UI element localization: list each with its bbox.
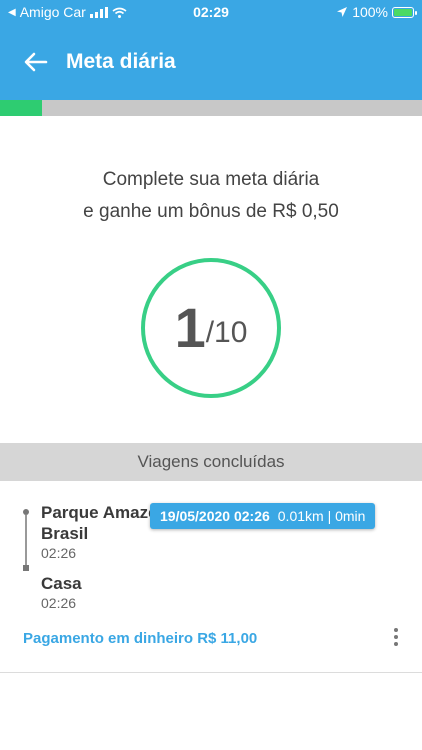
payment-info: Pagamento em dinheiro R$ 11,00 [23,630,258,647]
header: ◀ Amigo Car 02:29 100% Meta diária [0,0,422,100]
completed-trips-header: Viagens concluídas [0,443,422,481]
goal-description-line2: e ganhe um bônus de R$ 0,50 [83,201,339,222]
trip-datetime: 19/05/2020 02:26 [160,508,270,524]
destination-time: 02:26 [41,595,77,611]
goal-description-line1: Complete sua meta diária [102,169,320,190]
goal-progress-bar [0,100,422,116]
destination-name: Casa [41,574,82,593]
origin-name-line2: Brasil [41,524,89,543]
more-options-button[interactable] [386,625,406,649]
back-button[interactable] [6,40,66,84]
trip-distance-duration: 0.01km | 0min [277,508,366,524]
route-line [25,515,27,567]
more-vertical-icon-dot [394,642,398,646]
origin-time: 02:26 [41,545,77,561]
more-vertical-icon [394,628,398,632]
status-bar: ◀ Amigo Car 02:29 100% [0,0,422,24]
goal-total: /10 [205,316,248,349]
more-vertical-icon-dot [394,635,398,639]
origin-name-line1: Parque Amaze [41,503,158,522]
trip-info-tooltip: 19/05/2020 02:26 0.01km | 0min [150,503,376,529]
location-arrow-icon [337,7,348,17]
page-title: Meta diária [66,50,176,73]
goal-progress-fill [0,100,43,116]
destination-square-icon [23,565,29,571]
goal-counter: 1 /10 [141,258,281,398]
app-bar: Meta diária [0,40,422,84]
arrow-left-icon [24,52,48,72]
goal-description: Complete sua meta diária e ganhe um bônu… [0,164,422,228]
battery-percent: 100% [352,4,388,20]
goal-current: 1 [174,296,206,359]
battery-icon [392,6,417,18]
status-right: 100% [336,4,417,20]
trip-item[interactable]: Parque Amaze Brasil 02:26 Casa 02:26 19/… [0,481,422,673]
